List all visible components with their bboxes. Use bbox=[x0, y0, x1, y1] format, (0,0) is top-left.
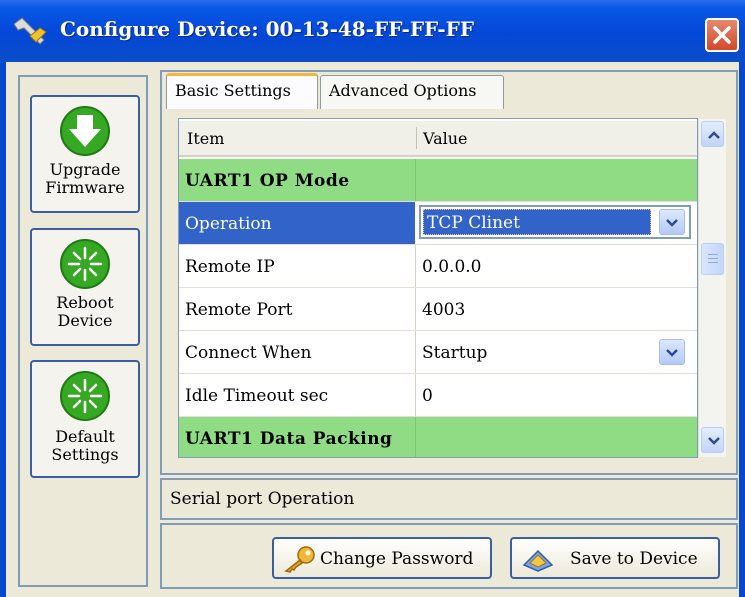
scroll-up-button[interactable] bbox=[701, 121, 724, 147]
row-connect-when[interactable]: Connect When Startup bbox=[179, 331, 697, 374]
group-label: UART1 Data Packing bbox=[185, 429, 393, 449]
row-remote-port[interactable]: Remote Port 4003 bbox=[179, 288, 697, 331]
tab-advanced-options[interactable]: Advanced Options bbox=[320, 75, 504, 109]
tab-basic-settings[interactable]: Basic Settings bbox=[166, 73, 318, 109]
wrench-screwdriver-icon bbox=[13, 17, 47, 45]
default-label: Default bbox=[55, 427, 115, 446]
cell-divider bbox=[415, 245, 416, 287]
reboot-label: Reboot bbox=[56, 293, 114, 312]
key-icon bbox=[284, 546, 315, 573]
row-remote-ip[interactable]: Remote IP 0.0.0.0 bbox=[179, 245, 697, 288]
value-field[interactable]: 4003 bbox=[422, 300, 465, 320]
upgrade-label: Upgrade bbox=[49, 160, 121, 179]
description-text: Serial port Operation bbox=[170, 489, 355, 509]
device-label: Device bbox=[57, 311, 113, 330]
window-frame-left bbox=[0, 62, 6, 597]
dropdown-button[interactable] bbox=[659, 339, 685, 365]
window-title: Configure Device: 00-13-48-FF-FF-FF bbox=[60, 17, 475, 41]
cell-divider bbox=[415, 288, 416, 330]
dropdown-button[interactable] bbox=[659, 209, 685, 235]
default-settings-button[interactable]: Default Settings bbox=[30, 360, 140, 478]
row-idle-timeout[interactable]: Idle Timeout sec 0 bbox=[179, 374, 697, 417]
grid-header: Item Value bbox=[179, 121, 697, 157]
cell-divider bbox=[415, 374, 416, 416]
group-row-uart1-data-packing[interactable]: UART1 Data Packing bbox=[179, 417, 697, 457]
chevron-up-icon bbox=[708, 131, 720, 139]
item-label: Remote Port bbox=[185, 300, 293, 320]
cell-divider bbox=[415, 159, 416, 201]
chevron-down-icon bbox=[666, 349, 678, 357]
group-row-uart1-op-mode[interactable]: UART1 OP Mode bbox=[179, 159, 697, 202]
change-password-button[interactable]: Change Password bbox=[272, 537, 492, 579]
group-label: UART1 OP Mode bbox=[185, 171, 350, 191]
firmware-label: Firmware bbox=[45, 178, 125, 197]
property-grid: Item Value UART1 OP Mode Operation TCP C… bbox=[178, 118, 698, 458]
save-to-device-button[interactable]: Save to Device bbox=[510, 537, 720, 579]
download-arrow-icon bbox=[60, 106, 110, 156]
value-field[interactable]: 0 bbox=[422, 386, 433, 406]
settings-label: Settings bbox=[51, 445, 119, 464]
column-header-value[interactable]: Value bbox=[423, 129, 468, 148]
column-separator[interactable] bbox=[416, 127, 417, 149]
cell-divider bbox=[415, 331, 416, 373]
scroll-down-button[interactable] bbox=[701, 427, 724, 453]
operation-dropdown[interactable]: TCP Clinet bbox=[419, 205, 691, 239]
reboot-device-button[interactable]: Reboot Device bbox=[30, 228, 140, 346]
configure-device-window: Configure Device: 00-13-48-FF-FF-FF Upgr… bbox=[0, 0, 745, 597]
save-to-device-label: Save to Device bbox=[570, 549, 698, 569]
value-field[interactable]: Startup bbox=[422, 343, 487, 363]
chevron-down-icon bbox=[666, 219, 678, 227]
close-button[interactable] bbox=[705, 18, 739, 52]
dropdown-value: TCP Clinet bbox=[423, 209, 651, 235]
title-bar[interactable]: Configure Device: 00-13-48-FF-FF-FF bbox=[0, 0, 745, 62]
save-device-icon bbox=[522, 549, 554, 572]
change-password-label: Change Password bbox=[320, 549, 474, 569]
description-panel: Serial port Operation bbox=[160, 478, 738, 520]
vertical-scrollbar[interactable] bbox=[698, 119, 726, 457]
burst-icon bbox=[60, 371, 110, 421]
chevron-down-icon bbox=[708, 437, 720, 445]
value-field[interactable]: 0.0.0.0 bbox=[422, 257, 481, 277]
window-frame-right bbox=[739, 62, 745, 597]
row-operation[interactable]: Operation TCP Clinet bbox=[179, 202, 697, 245]
item-label: Idle Timeout sec bbox=[185, 386, 329, 406]
scroll-thumb[interactable] bbox=[701, 243, 724, 275]
close-x-icon bbox=[713, 26, 731, 44]
column-header-item[interactable]: Item bbox=[187, 129, 224, 148]
cell-divider bbox=[415, 417, 416, 457]
burst-icon bbox=[60, 239, 110, 289]
item-label: Remote IP bbox=[185, 257, 275, 277]
item-label: Connect When bbox=[185, 343, 312, 363]
upgrade-firmware-button[interactable]: Upgrade Firmware bbox=[30, 95, 140, 213]
item-label: Operation bbox=[185, 214, 272, 234]
